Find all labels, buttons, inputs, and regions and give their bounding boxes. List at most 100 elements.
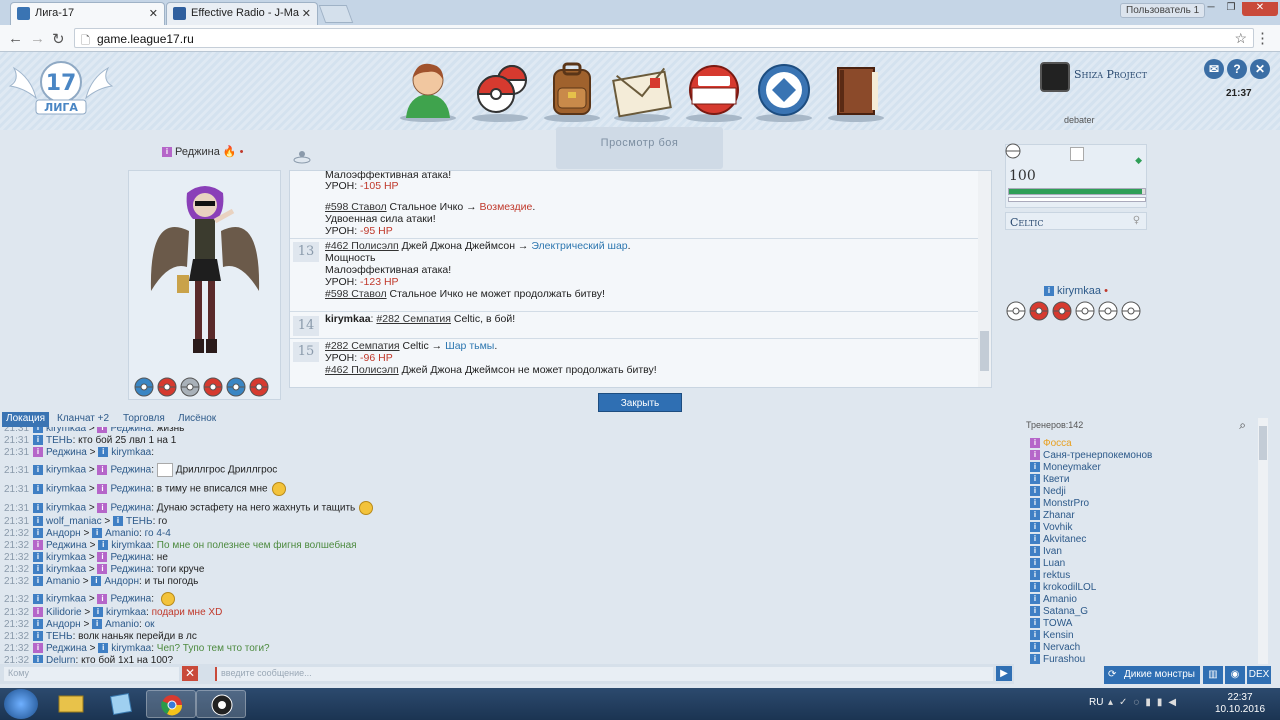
tab-location[interactable]: Локация bbox=[2, 412, 50, 427]
message-sender[interactable]: ТЕНЬ bbox=[46, 631, 73, 642]
info-icon[interactable]: i bbox=[1030, 594, 1040, 605]
message-sender[interactable]: Kilidorie bbox=[46, 607, 82, 618]
info-icon[interactable]: i bbox=[1030, 654, 1040, 665]
message-recipient[interactable]: kirymkaa bbox=[106, 607, 146, 618]
pokemon-team-nav-icon[interactable] bbox=[470, 60, 530, 122]
message-recipient[interactable]: Реджина bbox=[110, 552, 151, 563]
online-user[interactable]: i Фосса bbox=[1030, 438, 1072, 450]
explorer-taskbar-icon[interactable] bbox=[46, 690, 96, 718]
pokeball-icon[interactable] bbox=[226, 377, 246, 397]
message-sender[interactable]: Delurn bbox=[46, 655, 75, 663]
close-game-icon[interactable]: ✕ bbox=[1250, 59, 1270, 79]
info-icon[interactable]: i bbox=[1030, 582, 1040, 593]
tab-clanchat[interactable]: Кланчат +2 bbox=[53, 412, 113, 427]
info-icon[interactable]: i bbox=[1030, 450, 1040, 461]
scroll-thumb[interactable] bbox=[980, 331, 989, 371]
tab-fox[interactable]: Лисёнок bbox=[174, 412, 220, 427]
url-input[interactable]: 🗋 game.league17.ru ☆ bbox=[74, 28, 1254, 48]
info-icon[interactable]: i bbox=[33, 619, 44, 630]
message-sender[interactable]: kirymkaa bbox=[46, 594, 86, 605]
info-icon[interactable]: i bbox=[93, 607, 104, 618]
online-user[interactable]: i Kensin bbox=[1030, 630, 1074, 642]
info-icon[interactable]: i bbox=[33, 503, 44, 513]
message-sender[interactable]: kirymkaa bbox=[46, 503, 86, 514]
info-icon[interactable]: i bbox=[97, 552, 108, 563]
language-indicator[interactable]: RU bbox=[1089, 697, 1103, 708]
online-scrollbar[interactable] bbox=[1258, 418, 1268, 664]
message-sender[interactable]: kirymkaa bbox=[46, 427, 86, 434]
new-tab-button[interactable] bbox=[318, 5, 354, 23]
info-icon[interactable]: i bbox=[33, 540, 44, 551]
message-recipient[interactable]: Реджина bbox=[110, 484, 151, 495]
browser-user-label[interactable]: Пользователь 1 bbox=[1120, 3, 1206, 18]
pokeball-icon[interactable] bbox=[1121, 301, 1141, 321]
message-recipient[interactable]: Реджина bbox=[110, 503, 151, 514]
info-icon[interactable]: i bbox=[1030, 462, 1040, 473]
clan-nav-icon[interactable] bbox=[754, 60, 814, 122]
bookmark-star-icon[interactable]: ☆ bbox=[1234, 30, 1247, 47]
online-user[interactable]: i Furashou bbox=[1030, 654, 1085, 666]
message-recipient[interactable]: Реджина bbox=[110, 427, 151, 434]
info-icon[interactable]: i bbox=[97, 465, 108, 475]
message-sender[interactable]: ТЕНЬ bbox=[46, 435, 73, 446]
spectator-eye-icon[interactable] bbox=[292, 148, 312, 164]
info-icon[interactable]: i bbox=[33, 655, 44, 663]
pokeball-icon[interactable] bbox=[1052, 301, 1072, 321]
online-user[interactable]: i krokodilLOL bbox=[1030, 582, 1096, 594]
message-input[interactable]: введите сообщение... bbox=[215, 667, 993, 681]
profile-nav-icon[interactable] bbox=[398, 60, 458, 122]
opponent-trainer[interactable]: i kirymkaa • bbox=[1044, 285, 1108, 297]
info-icon[interactable]: i bbox=[98, 540, 109, 551]
info-icon[interactable]: i bbox=[33, 447, 44, 458]
reload-icon[interactable]: ↻ bbox=[52, 30, 65, 48]
start-button[interactable] bbox=[4, 689, 38, 719]
info-icon[interactable]: i bbox=[1030, 486, 1040, 497]
recipient-field[interactable]: Кому bbox=[4, 667, 179, 681]
message-sender[interactable]: kirymkaa bbox=[46, 465, 86, 476]
info-icon[interactable]: i bbox=[1030, 630, 1040, 641]
tab-close-icon[interactable]: ✕ bbox=[149, 7, 158, 20]
info-icon[interactable]: i bbox=[33, 564, 44, 575]
online-user[interactable]: i Nedji bbox=[1030, 486, 1066, 498]
search-icon[interactable]: ⌕ bbox=[1239, 418, 1246, 433]
watch-battle-tab[interactable]: Просмотр боя bbox=[556, 127, 723, 169]
project-name[interactable]: Shiza Project bbox=[1074, 68, 1147, 81]
info-icon[interactable]: i bbox=[33, 427, 44, 434]
online-user[interactable]: i Vovhik bbox=[1030, 522, 1072, 534]
info-icon[interactable]: i bbox=[1030, 438, 1040, 449]
info-icon[interactable]: i bbox=[97, 484, 108, 494]
info-icon[interactable]: i bbox=[33, 576, 44, 587]
tab-trade[interactable]: Торговля bbox=[119, 412, 169, 427]
pokeball-icon[interactable] bbox=[180, 377, 200, 397]
message-sender[interactable]: kirymkaa bbox=[46, 564, 86, 575]
message-sender[interactable]: Amanio bbox=[46, 576, 80, 587]
maximize-icon[interactable]: ❐ bbox=[1222, 2, 1240, 16]
online-user[interactable]: i Amanio bbox=[1030, 594, 1077, 606]
info-icon[interactable]: i bbox=[92, 528, 103, 539]
dex-button[interactable]: DEX bbox=[1247, 666, 1271, 684]
message-sender[interactable]: Реджина bbox=[46, 540, 87, 551]
message-sender[interactable]: Андорн bbox=[46, 619, 81, 630]
message-recipient[interactable]: Реджина bbox=[110, 465, 151, 476]
tray-icons[interactable]: ▴✓◌▮▮◀ bbox=[1108, 697, 1182, 708]
info-icon[interactable]: i bbox=[91, 576, 102, 587]
message-sender[interactable]: Реджина bbox=[46, 643, 87, 654]
minimize-icon[interactable]: ─ bbox=[1202, 2, 1220, 16]
page-info-icon[interactable]: 🗋 bbox=[81, 32, 90, 51]
info-icon[interactable]: i bbox=[33, 516, 44, 527]
online-user[interactable]: i Akvitanec bbox=[1030, 534, 1086, 546]
message-sender[interactable]: Андорн bbox=[46, 528, 81, 539]
online-user[interactable]: i rektus bbox=[1030, 570, 1070, 582]
pokeball-icon[interactable] bbox=[249, 377, 269, 397]
scroll-thumb[interactable] bbox=[1259, 426, 1267, 460]
book-nav-icon[interactable] bbox=[826, 60, 886, 122]
info-icon[interactable]: i bbox=[97, 564, 108, 575]
battle-log-scrollbar[interactable] bbox=[978, 171, 991, 387]
message-sender[interactable]: kirymkaa bbox=[46, 552, 86, 563]
notes-taskbar-icon[interactable] bbox=[96, 690, 146, 718]
online-user[interactable]: i Zhanar bbox=[1030, 510, 1075, 522]
online-user[interactable]: i Moneymaker bbox=[1030, 462, 1101, 474]
forward-icon[interactable]: → bbox=[30, 30, 45, 47]
message-recipient[interactable]: kirymkaa bbox=[111, 643, 151, 654]
message-recipient[interactable]: Amanio bbox=[105, 528, 139, 539]
